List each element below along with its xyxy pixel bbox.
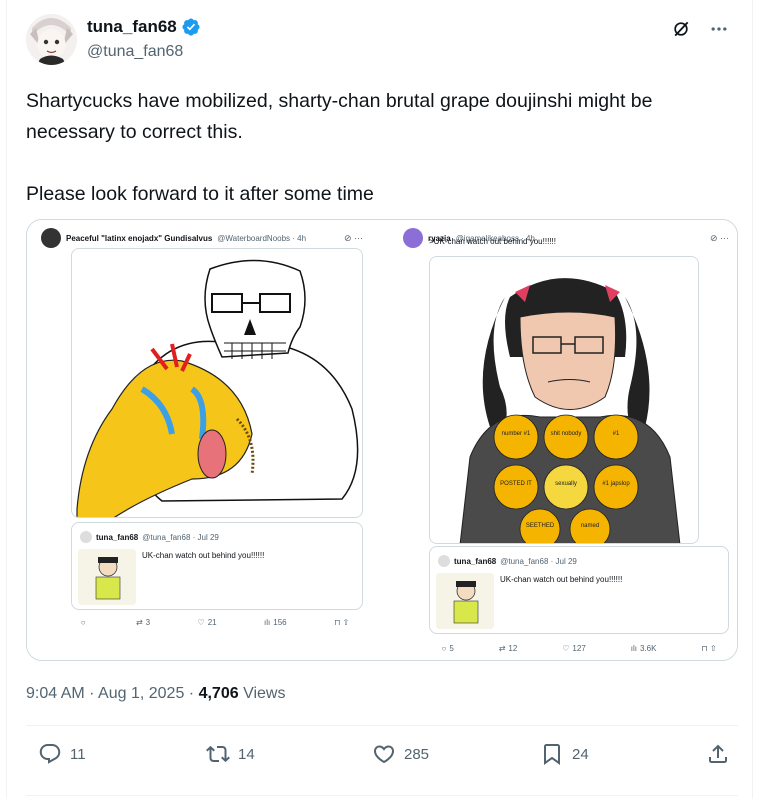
share-icon: ⊓ ⇧ [334, 618, 350, 627]
bookmark-icon [544, 744, 560, 765]
wojak-medals-image: number #1 shit nobody #1 POSTED IT sexua… [429, 256, 699, 544]
retweet-icon [206, 745, 230, 763]
action-bar: 11 14 285 24 [26, 742, 738, 782]
svg-text:POSTED IT: POSTED IT [500, 481, 532, 487]
quoted-avatar [438, 555, 450, 567]
tweet-text: Shartycucks have mobilized, sharty-chan … [26, 90, 653, 205]
quoted-text: UK-chan watch out behind you!!!!!! [142, 551, 265, 560]
quoted-post-left: tuna_fan68 @tuna_fan68 · Jul 29 UK-chan … [71, 522, 363, 610]
svg-text:shit nobody: shit nobody [551, 431, 582, 437]
embedded-name: Peaceful "latinx enojadx" Gundisalvus [66, 233, 213, 243]
divider [26, 725, 738, 726]
retweet-icon: ⇄ 12 [498, 644, 518, 653]
verified-badge-icon [182, 18, 200, 36]
reply-icon [39, 744, 61, 764]
tweet-card: tuna_fan68 @tuna_fan68 Shartycucks have … [6, 0, 753, 799]
embedded-actions-left: ○ ⇄ 3 ♡ 21 ılı 156 ⊓ ⇧ [57, 618, 373, 627]
quoted-handle: @tuna_fan68 · Jul 29 [500, 556, 577, 566]
more-options-icon[interactable] [708, 18, 730, 40]
views-icon: ılı 156 [264, 618, 287, 627]
embedded-handle: @WaterboardNoobs · 4h [217, 233, 307, 243]
embedded-avatar [403, 228, 423, 248]
embedded-avatar [41, 228, 61, 248]
embedded-post-header: Peaceful "latinx enojadx" Gundisalvus @W… [41, 228, 363, 248]
embedded-actions-right: ○ 5 ⇄ 12 ♡ 127 ılı 3.6K ⊓ ⇧ [419, 644, 737, 653]
display-name[interactable]: tuna_fan68 [87, 17, 177, 37]
reply-count: 11 [70, 745, 86, 763]
top-actions [670, 18, 730, 40]
svg-text:sexually: sexually [555, 481, 577, 487]
views-icon: ılı 3.6K [630, 644, 657, 653]
quoted-avatar [80, 531, 92, 543]
grok-icon[interactable] [670, 18, 692, 40]
quoted-handle: @tuna_fan68 · Jul 29 [142, 532, 219, 542]
embedded-post-right: ryazia @igamelikeaboss · 4h ⊘ ··· >UK-ch… [395, 220, 737, 660]
views-label: Views [243, 685, 286, 702]
share-button[interactable] [706, 742, 730, 766]
like-count: 285 [404, 745, 430, 763]
like-icon: ♡ 21 [197, 618, 217, 627]
quoted-thumbnail [436, 573, 494, 629]
bookmark-button[interactable]: 24 [540, 742, 589, 766]
quoted-name: tuna_fan68 [96, 532, 139, 542]
views-count: 4,706 [198, 685, 239, 702]
timestamp[interactable]: 9:04 AM · Aug 1, 2025 [26, 685, 184, 702]
reply-button[interactable]: 11 [38, 742, 86, 766]
retweet-count: 14 [238, 745, 255, 763]
tweet-meta: 9:04 AM · Aug 1, 2025 · 4,706 Views [26, 685, 285, 703]
media-attachment[interactable]: Peaceful "latinx enojadx" Gundisalvus @W… [26, 219, 738, 661]
share-icon [709, 744, 727, 763]
quoted-text: UK-chan watch out behind you!!!!!! [500, 575, 623, 584]
reply-icon: ○ [80, 618, 86, 627]
wojak-skull-image [71, 248, 363, 518]
share-icon: ⊓ ⇧ [701, 644, 717, 653]
svg-text:SEETHED: SEETHED [526, 523, 555, 529]
svg-text:number #1: number #1 [502, 431, 531, 437]
like-button[interactable]: 285 [372, 742, 429, 766]
svg-text:#1 japslop: #1 japslop [602, 481, 630, 487]
reply-icon: ○ 5 [441, 644, 454, 653]
embedded-more-icon: ⊘ ··· [343, 232, 363, 243]
retweet-icon: ⇄ 3 [135, 618, 151, 627]
like-icon: ♡ 127 [562, 644, 586, 653]
svg-text:named: named [581, 523, 599, 529]
bookmark-count: 24 [572, 745, 589, 763]
embedded-post-left: Peaceful "latinx enojadx" Gundisalvus @W… [27, 220, 373, 660]
divider [26, 795, 738, 796]
retweet-button[interactable]: 14 [206, 742, 255, 766]
embedded-text: >UK-chan watch out behind you!!!!!! [429, 237, 556, 246]
meta-separator: · [188, 685, 195, 702]
quoted-thumbnail [78, 549, 136, 605]
embedded-more-icon: ⊘ ··· [709, 232, 729, 243]
author-name-row: tuna_fan68 [87, 17, 201, 37]
author-handle[interactable]: @tuna_fan68 [87, 43, 183, 61]
quoted-name: tuna_fan68 [454, 556, 497, 566]
heart-icon [373, 745, 395, 764]
quoted-post-right: tuna_fan68 @tuna_fan68 · Jul 29 UK-chan … [429, 546, 729, 634]
svg-text:#1: #1 [613, 431, 620, 437]
avatar[interactable] [26, 14, 77, 65]
